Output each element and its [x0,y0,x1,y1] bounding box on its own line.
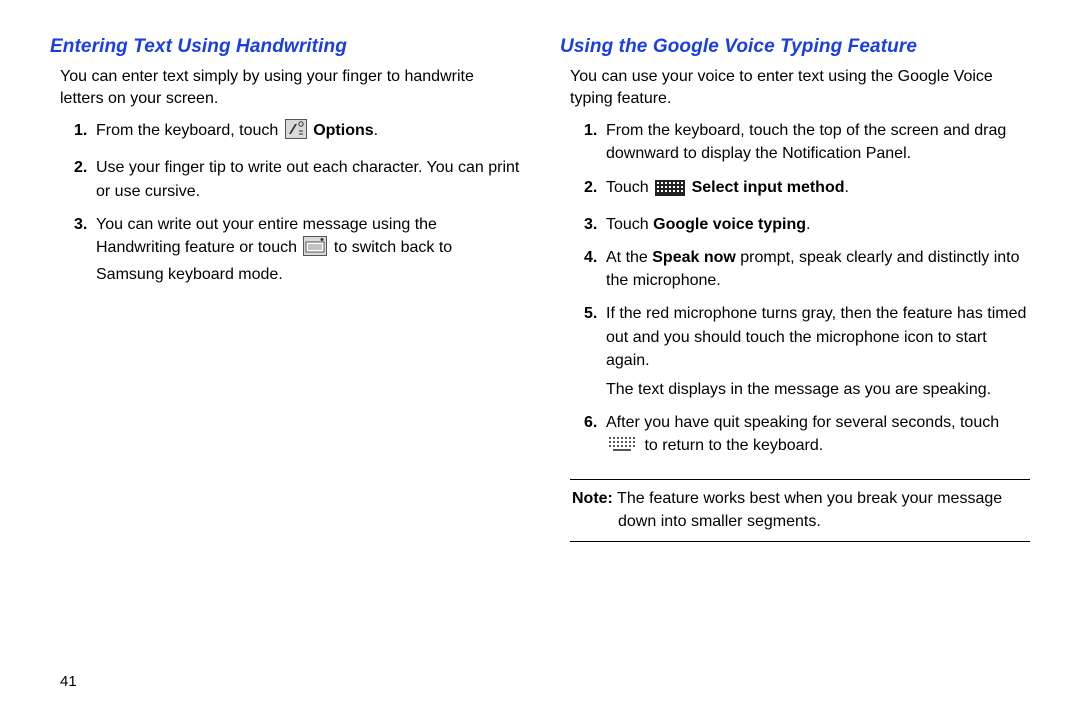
step-body: Touch Google voice typing. [606,216,811,233]
step-body: If the red microphone turns gray, then t… [606,305,1026,368]
step-number: 3. [74,213,87,236]
step-text: to return to the keyboard. [640,437,823,454]
step-tail: . [844,179,848,196]
step-bold: Speak now [652,249,736,266]
step-bold: Google voice typing [653,216,806,233]
section-heading-handwriting: Entering Text Using Handwriting [50,36,520,58]
step-bold: Select input method [687,179,844,196]
note-text: The feature works best when you break yo… [613,490,1002,507]
list-item: 3. Touch Google voice typing. [584,213,1030,236]
left-column: Entering Text Using Handwriting You can … [50,36,520,643]
handwriting-options-icon [285,119,307,146]
step-text: Touch [606,216,653,233]
step-body: From the keyboard, touch Options. [96,122,378,139]
step-text: At the [606,249,652,266]
list-item: 6. After you have quit speaking for seve… [584,411,1030,461]
two-column-layout: Entering Text Using Handwriting You can … [50,36,1030,643]
right-column: Using the Google Voice Typing Feature Yo… [560,36,1030,643]
section-heading-voice: Using the Google Voice Typing Feature [560,36,1030,58]
list-item: 1. From the keyboard, touch the top of t… [584,119,1030,165]
list-item: 4. At the Speak now prompt, speak clearl… [584,246,1030,292]
step-body: You can write out your entire message us… [96,216,452,283]
step-tail: . [374,122,378,139]
input-method-grid-icon [655,180,685,203]
step-number: 5. [584,302,597,325]
list-item: 1. From the keyboard, touch Options. [74,119,520,146]
step-text: After you have quit speaking for several… [606,414,999,431]
step-number: 3. [584,213,597,236]
list-item: 2. Use your finger tip to write out each… [74,156,520,202]
step-body: Touch Select input method. [606,179,849,196]
step-text: From the keyboard, touch [96,122,283,139]
step-body: After you have quit speaking for several… [606,414,999,454]
steps-list: 1. From the keyboard, touch Options. 2. … [74,119,520,286]
note-continuation: down into smaller segments. [572,511,1028,533]
keyboard-mode-icon [303,236,327,263]
step-number: 2. [584,176,597,199]
step-text: Touch [606,179,653,196]
step-number: 4. [584,246,597,269]
step-number: 1. [584,119,597,142]
list-item: 3. You can write out your entire message… [74,213,520,287]
step-body: From the keyboard, touch the top of the … [606,122,1006,162]
note-label: Note: [572,490,613,507]
step-tail: . [806,216,810,233]
manual-page: Entering Text Using Handwriting You can … [0,0,1080,720]
step-number: 1. [74,119,87,142]
step-number: 2. [74,156,87,179]
keyboard-return-icon [608,436,638,461]
step-body: Use your finger tip to write out each ch… [96,159,519,199]
list-item: 5. If the red microphone turns gray, the… [584,302,1030,401]
intro-text: You can enter text simply by using your … [60,66,520,109]
intro-text: You can use your voice to enter text usi… [570,66,1030,109]
note-block: Note: The feature works best when you br… [570,479,1030,542]
step-body: At the Speak now prompt, speak clearly a… [606,249,1020,289]
step-extra: The text displays in the message as you … [606,378,1030,401]
note-first-line: Note: The feature works best when you br… [572,488,1028,510]
list-item: 2. Touch Select input method. [584,176,1030,203]
steps-list: 1. From the keyboard, touch the top of t… [584,119,1030,461]
step-number: 6. [584,411,597,434]
page-number: 41 [50,643,1030,690]
step-bold: Options [309,122,374,139]
